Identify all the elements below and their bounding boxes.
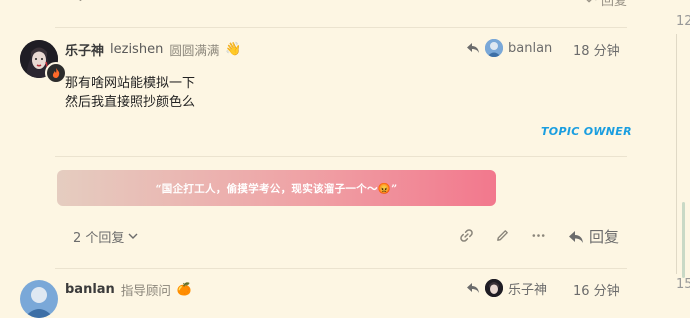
divider bbox=[55, 268, 627, 269]
show-replies-button[interactable]: 2 个回复 bbox=[73, 227, 138, 246]
next-reply-to-avatar bbox=[485, 279, 503, 297]
post-date[interactable]: 18 分钟 bbox=[573, 40, 620, 59]
previous-post-reply-button[interactable]: ↶ 回复 bbox=[586, 0, 627, 9]
reply-arrow-icon bbox=[467, 283, 479, 293]
post-content: 那有啥网站能模拟一下 然后我直接照抄颜色么 bbox=[65, 74, 195, 112]
author-username[interactable]: lezishen bbox=[110, 42, 163, 57]
timeline-handle[interactable] bbox=[682, 202, 685, 278]
author-user-title: 圆圆满满 bbox=[169, 42, 220, 58]
reply-arrow-icon bbox=[569, 230, 583, 243]
timeline-track[interactable] bbox=[676, 34, 677, 274]
replies-count-label: 2 个回复 bbox=[73, 231, 125, 246]
next-reply-to-tab[interactable]: 乐子神 bbox=[466, 278, 547, 298]
next-reply-to-username: 乐子神 bbox=[508, 282, 548, 298]
more-actions-icon[interactable] bbox=[531, 228, 546, 247]
post-line: 然后我直接照抄颜色么 bbox=[65, 95, 196, 110]
reply-to-username: banlan bbox=[508, 40, 553, 56]
reply-arrow-icon bbox=[467, 43, 479, 53]
next-author-user-title: 指导顾问 bbox=[120, 282, 171, 298]
timeline-label-bottom: 15 bbox=[676, 277, 690, 292]
next-post-author-line: banlan 指导顾问 🍊 bbox=[65, 280, 192, 298]
next-post-avatar[interactable] bbox=[20, 280, 58, 318]
reply-label: 回复 bbox=[589, 228, 620, 246]
reply-to-avatar bbox=[485, 39, 503, 57]
reply-to-tab[interactable]: banlan bbox=[466, 38, 552, 58]
link-icon[interactable] bbox=[459, 228, 474, 247]
user-flair-fire-icon bbox=[45, 62, 67, 84]
reply-button[interactable]: 回复 bbox=[568, 226, 619, 247]
edit-pencil-icon[interactable] bbox=[495, 228, 510, 247]
next-post-date[interactable]: 16 分钟 bbox=[573, 280, 620, 299]
badge-icon: 🍊 bbox=[176, 282, 192, 296]
author-display-name[interactable]: 乐子神 bbox=[65, 40, 104, 59]
user-signature: “国企打工人，偷摸学考公，现实该溜子一个～😡” bbox=[57, 170, 496, 206]
timeline-label-top: 12 bbox=[676, 14, 690, 29]
next-author-username[interactable]: banlan bbox=[65, 282, 115, 297]
signature-text: “国企打工人，偷摸学考公，现实该溜子一个～😡” bbox=[155, 182, 398, 195]
post-line: 那有啥网站能模拟一下 bbox=[65, 76, 196, 91]
divider bbox=[55, 156, 627, 157]
previous-post-partial-text: ⌄ · · · bbox=[75, 0, 111, 5]
waving-hand-icon: 👋 bbox=[225, 41, 242, 57]
post-author-line: 乐子神 lezishen 圆圆满满 👋 bbox=[65, 40, 242, 59]
chevron-down-icon bbox=[128, 233, 138, 239]
previous-post-controls: ⌄ · · · ↶ 回复 bbox=[55, 0, 627, 10]
post-controls: 2 个回复 回复 bbox=[55, 225, 627, 249]
reply-label: 回复 bbox=[600, 0, 627, 9]
topic-owner-badge: TOPIC OWNER bbox=[541, 125, 632, 138]
divider bbox=[55, 27, 627, 28]
